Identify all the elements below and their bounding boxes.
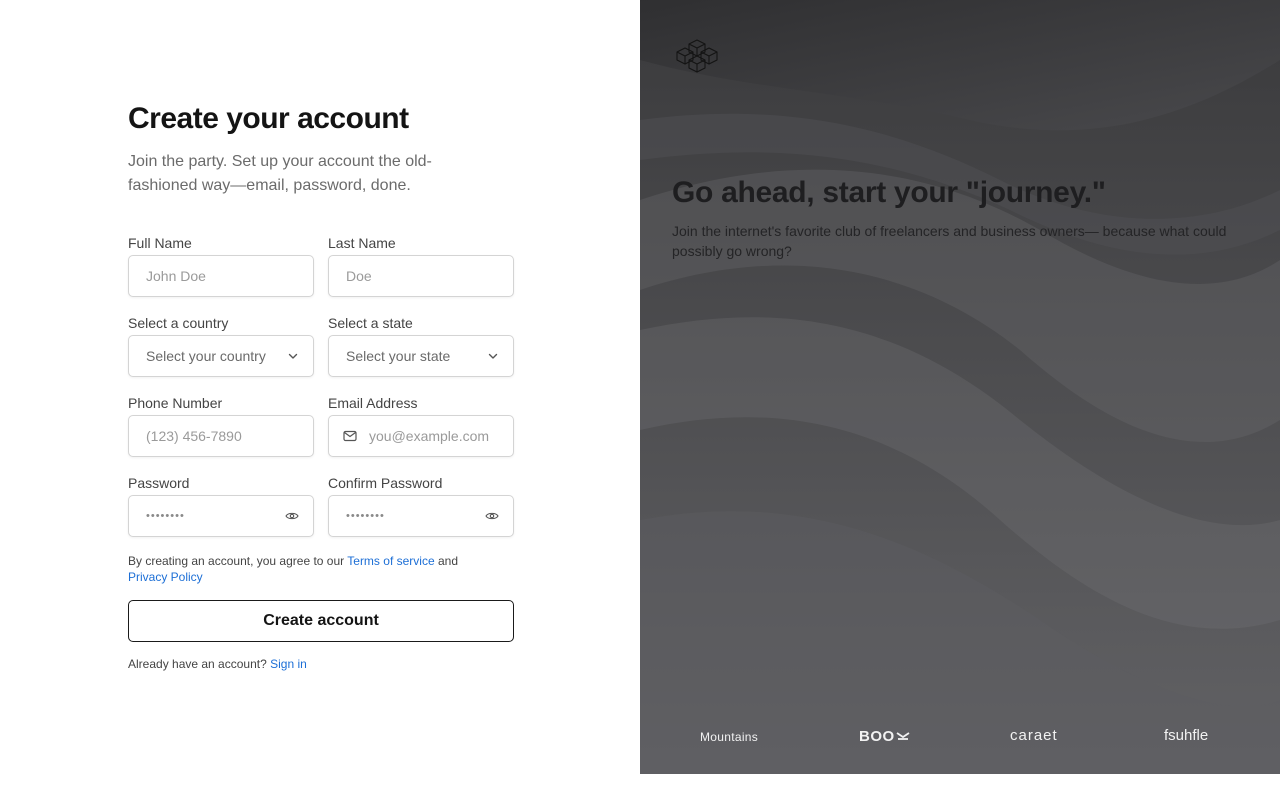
terms-notice: By creating an account, you agree to our… — [128, 553, 514, 585]
full-name-placeholder: John Doe — [146, 268, 206, 284]
state-select-value: Select your state — [346, 348, 451, 364]
brand-logo-fsuhfle: fsuhfle — [1164, 727, 1209, 744]
email-label: Email Address — [328, 395, 418, 411]
confirm-password-placeholder: •••••••• — [346, 510, 385, 522]
terms-and: and — [437, 554, 458, 568]
eye-icon[interactable] — [285, 511, 299, 521]
create-account-button[interactable]: Create account — [128, 600, 514, 642]
sign-in-link[interactable]: Sign in — [270, 657, 307, 671]
hero-panel: Go ahead, start your "journey." Join the… — [640, 0, 1280, 774]
signup-panel: Create your account Join the party. Set … — [0, 0, 640, 801]
phone-label: Phone Number — [128, 395, 223, 411]
signin-prompt-text: Already have an account? — [128, 657, 267, 671]
confirm-password-input[interactable]: •••••••• — [328, 495, 514, 537]
full-name-field: Full Name John Doe — [128, 234, 314, 297]
last-name-placeholder: Doe — [346, 268, 372, 284]
signin-prompt: Already have an account? Sign in — [128, 657, 307, 671]
brand-logo-mountains: Mountains — [700, 730, 759, 744]
email-input[interactable]: you@example.com — [328, 415, 514, 457]
state-field: Select a state Select your state — [328, 314, 514, 377]
password-input[interactable]: •••••••• — [128, 495, 314, 537]
last-name-field: Last Name Doe — [328, 234, 514, 297]
brand-logo-boo-text: BOO — [859, 728, 895, 745]
password-placeholder: •••••••• — [146, 510, 185, 522]
last-name-input[interactable]: Doe — [328, 255, 514, 297]
chevron-down-icon — [287, 350, 299, 362]
brand-logo-boo: BOO — [859, 728, 910, 745]
mail-icon — [343, 430, 357, 442]
wave-background — [640, 0, 1280, 774]
state-label: Select a state — [328, 315, 413, 331]
confirm-password-label: Confirm Password — [328, 475, 443, 491]
email-placeholder: you@example.com — [369, 428, 490, 444]
phone-field: Phone Number (123) 456-7890 — [128, 394, 314, 457]
email-field: Email Address you@example.com — [328, 394, 514, 457]
full-name-label: Full Name — [128, 235, 192, 251]
password-label: Password — [128, 475, 190, 491]
cubes-logo-icon — [672, 38, 722, 79]
country-field: Select a country Select your country — [128, 314, 314, 377]
brand-logos: Mountains BOO caraet fsuhfle — [640, 726, 1280, 748]
country-select-value: Select your country — [146, 348, 266, 364]
brand-logo-caraet: caraet — [1010, 727, 1058, 744]
eye-icon[interactable] — [485, 511, 499, 521]
page-subtitle: Join the party. Set up your account the … — [128, 153, 432, 194]
hero-text: Join the internet's favorite club of fre… — [672, 223, 1227, 259]
last-name-label: Last Name — [328, 235, 396, 251]
page-title: Create your account — [128, 102, 409, 135]
hero-title: Go ahead, start your "journey." — [672, 176, 1106, 209]
phone-input[interactable]: (123) 456-7890 — [128, 415, 314, 457]
terms-prefix: By creating an account, you agree to our — [128, 554, 345, 568]
country-select[interactable]: Select your country — [128, 335, 314, 377]
phone-placeholder: (123) 456-7890 — [146, 428, 242, 444]
signup-form: Create your account Join the party. Set … — [128, 100, 514, 671]
state-select[interactable]: Select your state — [328, 335, 514, 377]
privacy-policy-link[interactable]: Privacy Policy — [128, 570, 203, 584]
password-field: Password •••••••• — [128, 474, 314, 537]
chevron-down-icon — [487, 350, 499, 362]
confirm-password-field: Confirm Password •••••••• — [328, 474, 514, 537]
full-name-input[interactable]: John Doe — [128, 255, 314, 297]
country-label: Select a country — [128, 315, 229, 331]
terms-of-service-link[interactable]: Terms of service — [347, 554, 434, 568]
